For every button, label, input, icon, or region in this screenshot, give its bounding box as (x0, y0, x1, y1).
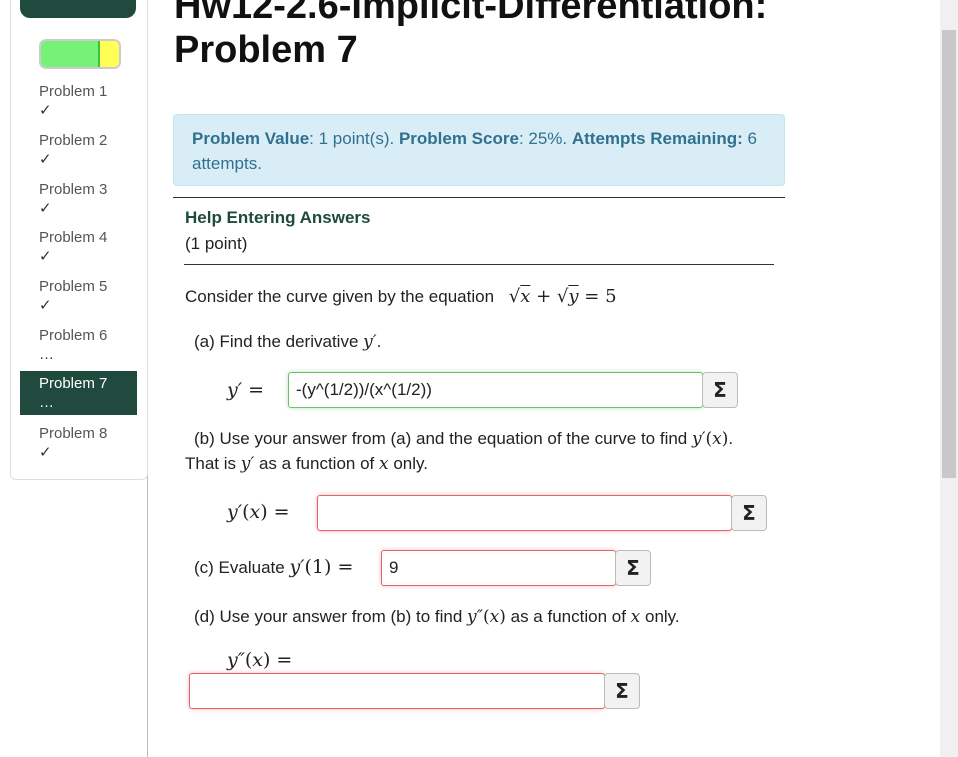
part-d-text-a: (d) Use your answer from (b) to find (194, 607, 463, 626)
part-d-prompt: (d) Use your answer from (b) to find y″(… (194, 604, 680, 630)
divider (184, 264, 774, 265)
part-c-prompt: (c) Evaluate y′(1) = (194, 555, 353, 580)
equation-editor-button-b[interactable]: Σ (731, 495, 767, 531)
problem-value-label: Problem Value (192, 129, 310, 148)
attempts-label: Attempts Remaining: (571, 129, 743, 148)
page-title: Hw12-2.6-Implicit-Differentiation: Probl… (174, 0, 768, 71)
status-mark: ✓ (39, 102, 52, 119)
sidebar-item-label: Problem 5 (39, 278, 108, 295)
equation-editor-button-a[interactable]: Σ (702, 372, 738, 408)
answer-c-input[interactable] (381, 550, 616, 586)
problem-intro: Consider the curve given by the equation… (185, 284, 617, 309)
status-mark: ✓ (39, 297, 52, 314)
problem-value-text: : 1 point(s). (309, 129, 399, 148)
sidebar-item-label: Problem 8 (39, 425, 108, 442)
problem-score-label: Problem Score (398, 129, 519, 148)
scrollbar-thumb[interactable] (942, 30, 956, 478)
answer-b-label: y′(x) = (227, 501, 290, 523)
y-prime-symbol: y′ (240, 454, 255, 474)
sidebar-item-label: Problem 2 (39, 132, 108, 149)
problem-points: (1 point) (185, 234, 248, 253)
help-entering-answers-link[interactable]: Help Entering Answers (185, 208, 370, 228)
progress-partial (99, 41, 119, 67)
part-b-prompt-line2: That is y′ as a function of x only. (185, 451, 428, 477)
sidebar-item-problem-2[interactable]: Problem 2 ✓ (20, 130, 137, 174)
part-d-text-c: only. (645, 607, 680, 626)
answer-d-input[interactable] (189, 673, 605, 709)
part-b-prompt: (b) Use your answer from (a) and the equ… (194, 429, 734, 449)
y-double-prime-symbol: y″(x) (467, 607, 506, 627)
intro-text: Consider the curve given by the equation (185, 287, 495, 306)
status-mark: ✓ (39, 151, 52, 168)
y-prime-symbol: y′ (363, 332, 377, 352)
equation-editor-button-d[interactable]: Σ (604, 673, 640, 709)
page-scrollbar[interactable] (940, 0, 958, 757)
status-mark: … (39, 346, 54, 363)
y-prime-of-x-symbol: y′(x) (691, 429, 729, 449)
answer-a-label: y′ = (227, 379, 265, 401)
sidebar-item-label: Problem 3 (39, 181, 108, 198)
part-b-text-2b: as a function of (258, 454, 375, 473)
part-b-text: (b) Use your answer from (a) and the equ… (194, 429, 688, 448)
status-mark: ✓ (39, 444, 52, 461)
part-b-text-2a: That is (185, 454, 237, 473)
sidebar-item-problem-8[interactable]: Problem 8 ✓ (20, 423, 137, 467)
part-a-text: (a) Find the derivative (194, 332, 359, 351)
sidebar-item-label: Problem 7 (39, 375, 108, 392)
status-mark: … (39, 394, 54, 411)
sidebar-item-problem-4[interactable]: Problem 4 ✓ (20, 227, 137, 271)
part-b-text-2c: only. (393, 454, 428, 473)
status-mark: ✓ (39, 248, 52, 265)
problem-status-alert: Problem Value: 1 point(s). Problem Score… (173, 114, 785, 186)
divider (173, 197, 785, 198)
y-prime-of-1-symbol: y′(1) = (289, 556, 354, 578)
sidebar-item-problem-7[interactable]: Problem 7 … (20, 371, 137, 415)
sidebar-item-problem-5[interactable]: Problem 5 ✓ (20, 276, 137, 320)
sidebar-item-problem-3[interactable]: Problem 3 ✓ (20, 179, 137, 223)
x-symbol: x (379, 454, 389, 474)
problem-score-text: : 25%. (518, 129, 572, 148)
sidebar-header: Problems (20, 0, 136, 18)
answer-a-input[interactable] (288, 372, 703, 408)
status-mark: ✓ (39, 200, 52, 217)
sidebar-item-problem-1[interactable]: Problem 1 ✓ (20, 81, 137, 125)
progress-correct (41, 41, 100, 67)
sidebar-item-label: Problem 4 (39, 229, 108, 246)
curve-equation: √x + √y = 5 (508, 286, 617, 307)
part-c-text: (c) Evaluate (194, 558, 285, 577)
sidebar-item-label: Problem 1 (39, 83, 108, 100)
part-a-prompt: (a) Find the derivative y′. (194, 332, 382, 352)
part-d-text-b: as a function of (510, 607, 626, 626)
progress-bar (39, 39, 121, 69)
sidebar-item-label: Problem 6 (39, 327, 108, 344)
answer-b-input[interactable] (317, 495, 732, 531)
sidebar-item-problem-6[interactable]: Problem 6 … (20, 325, 137, 369)
problem-sidebar: Problems Problem 1✓Problem 2✓Problem 3✓P… (0, 0, 148, 757)
answer-d-label: y″(x) = (227, 649, 293, 671)
x-symbol: x (630, 607, 641, 627)
equation-editor-button-c[interactable]: Σ (615, 550, 651, 586)
